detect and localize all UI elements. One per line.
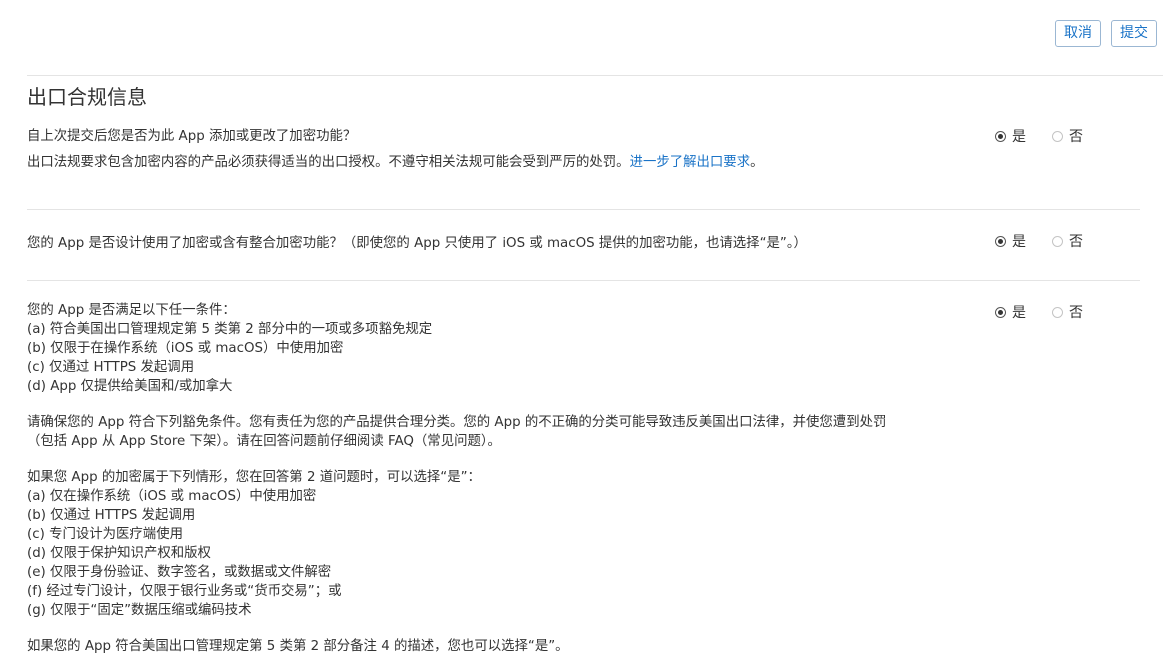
note-4-paragraph: 如果您的 App 符合美国出口管理规定第 5 类第 2 部分备注 4 的描述，您… — [27, 639, 569, 654]
cancel-button[interactable]: 取消 — [1055, 20, 1101, 47]
question-3-yes-option[interactable]: 是 — [995, 302, 1026, 322]
question-2-text: 您的 App 是否设计使用了加密或含有整合加密功能？（即使您的 App 只使用了… — [27, 236, 807, 251]
case-item: (d) 仅限于保护知识产权和版权 — [27, 546, 211, 561]
condition-item: (a) 符合美国出口管理规定第 5 类第 2 部分中的一项或多项豁免规定 — [27, 322, 433, 337]
case-item: (c) 专门设计为医疗端使用 — [27, 527, 183, 542]
question-2-yes-radio[interactable] — [995, 235, 1006, 247]
condition-item: (d) App 仅提供给美国和/或加拿大 — [27, 379, 233, 394]
exemption-paragraph-line: （包括 App 从 App Store 下架）。请在回答问题前仔细阅读 FAQ（… — [27, 434, 501, 449]
top-divider — [27, 75, 1163, 76]
no-label: 否 — [1069, 234, 1083, 250]
export-requirements-link[interactable]: 进一步了解出口要求 — [630, 155, 751, 170]
case-item: (g) 仅限于“固定”数据压缩或编码技术 — [27, 603, 252, 618]
question-1-note-text: 出口法规要求包含加密内容的产品必须获得适当的出口授权。不遵守相关法规可能会受到严… — [27, 155, 630, 170]
yes-label: 是 — [1012, 234, 1026, 250]
question-1-note: 出口法规要求包含加密内容的产品必须获得适当的出口授权。不遵守相关法规可能会受到严… — [27, 153, 987, 172]
question-3-no-radio[interactable] — [1052, 306, 1063, 318]
question-3-radio-group: 是 否 — [995, 302, 1109, 322]
question-3-yes-radio[interactable] — [995, 306, 1006, 318]
submit-button[interactable]: 提交 — [1111, 20, 1157, 47]
question-3-no-option[interactable]: 否 — [1052, 302, 1083, 322]
question-1-note-end: 。 — [750, 155, 764, 170]
case-item: (b) 仅通过 HTTPS 发起调用 — [27, 508, 196, 523]
case-item: (e) 仅限于身份验证、数字签名，或数据或文件解密 — [27, 565, 332, 580]
toolbar: 取消 提交 — [1055, 20, 1157, 47]
condition-item: (b) 仅限于在操作系统（iOS 或 macOS）中使用加密 — [27, 341, 344, 356]
question-3: 您的 App 是否满足以下任一条件： (a) 符合美国出口管理规定第 5 类第 … — [27, 301, 987, 656]
no-label: 否 — [1069, 129, 1083, 145]
question-1-radio-group: 是 否 — [995, 126, 1109, 146]
question-2-no-option[interactable]: 否 — [1052, 231, 1083, 251]
yes-label: 是 — [1012, 129, 1026, 145]
cases-intro: 如果您 App 的加密属于下列情形，您在回答第 2 道问题时，可以选择“是”： — [27, 470, 481, 485]
case-item: (a) 仅在操作系统（iOS 或 macOS）中使用加密 — [27, 489, 317, 504]
divider — [27, 280, 1140, 281]
question-1: 自上次提交后您是否为此 App 添加或更改了加密功能？ 出口法规要求包含加密内容… — [27, 127, 987, 172]
case-item: (f) 经过专门设计，仅限于银行业务或“货币交易”；或 — [27, 584, 342, 599]
question-2-radio-group: 是 否 — [995, 231, 1109, 251]
condition-item: (c) 仅通过 HTTPS 发起调用 — [27, 360, 195, 375]
divider — [27, 209, 1140, 210]
question-3-text: 您的 App 是否满足以下任一条件： — [27, 303, 236, 318]
question-1-yes-option[interactable]: 是 — [995, 126, 1026, 146]
yes-label: 是 — [1012, 305, 1026, 321]
question-1-yes-radio[interactable] — [995, 130, 1006, 142]
page-title: 出口合规信息 — [27, 85, 147, 109]
question-1-no-radio[interactable] — [1052, 130, 1063, 142]
question-2: 您的 App 是否设计使用了加密或含有整合加密功能？（即使您的 App 只使用了… — [27, 234, 987, 253]
question-1-no-option[interactable]: 否 — [1052, 126, 1083, 146]
question-1-text: 自上次提交后您是否为此 App 添加或更改了加密功能？ — [27, 129, 357, 144]
question-2-yes-option[interactable]: 是 — [995, 231, 1026, 251]
exemption-paragraph-line: 请确保您的 App 符合下列豁免条件。您有责任为您的产品提供合理分类。您的 Ap… — [27, 415, 887, 430]
no-label: 否 — [1069, 305, 1083, 321]
question-2-no-radio[interactable] — [1052, 235, 1063, 247]
